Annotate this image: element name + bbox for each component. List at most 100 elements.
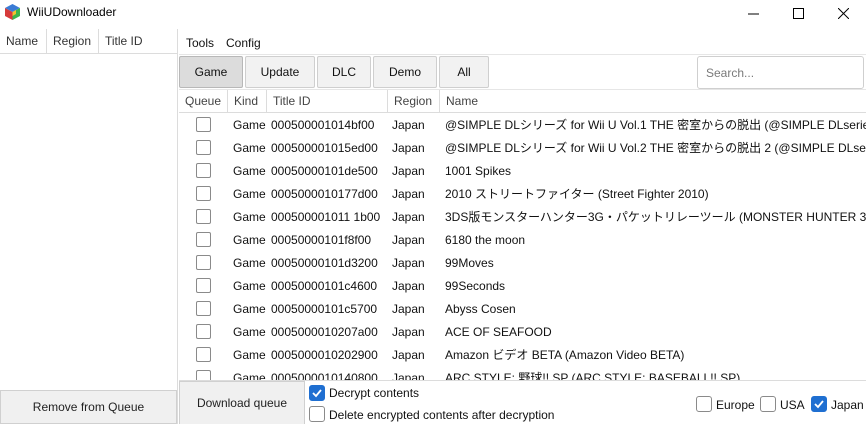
col-queue[interactable]: Queue bbox=[179, 90, 228, 113]
queue-checkbox[interactable] bbox=[196, 140, 211, 155]
name-cell: 99Moves bbox=[445, 256, 494, 270]
close-button[interactable] bbox=[821, 0, 865, 26]
queue-checkbox[interactable] bbox=[196, 255, 211, 270]
region-europe-label: Europe bbox=[716, 398, 755, 412]
kind-cell: Game bbox=[233, 141, 266, 155]
region-japan-checkbox[interactable] bbox=[811, 396, 827, 412]
kind-cell: Game bbox=[233, 233, 266, 247]
tab-game[interactable]: Game bbox=[179, 56, 243, 88]
minimize-icon bbox=[747, 13, 759, 14]
col-kind[interactable]: Kind bbox=[228, 90, 267, 113]
tab-all[interactable]: All bbox=[439, 56, 489, 88]
title-id-cell: 00050000101f8f00 bbox=[271, 233, 372, 247]
table-row[interactable]: Game 000500001011 1b00 Japan 3DS版モンスターハンター3… bbox=[179, 206, 866, 229]
title-id-cell: 0005000010140800 bbox=[271, 371, 378, 380]
menu-bar: Tools Config bbox=[180, 33, 267, 53]
region-europe-checkbox[interactable] bbox=[696, 396, 712, 412]
name-cell: 6180 the moon bbox=[445, 233, 526, 247]
queue-checkbox[interactable] bbox=[196, 324, 211, 339]
toolbar: Game Update DLC Demo All bbox=[179, 54, 866, 89]
queue-checkbox[interactable] bbox=[196, 301, 211, 316]
title-bar: WiiUDownloader bbox=[0, 0, 866, 26]
decrypt-label: Decrypt contents bbox=[329, 386, 420, 400]
tab-demo[interactable]: Demo bbox=[373, 56, 437, 88]
queue-col-name[interactable]: Name bbox=[0, 29, 47, 54]
region-cell: Japan bbox=[392, 141, 425, 155]
name-cell: 2010 ストリートファイター (Street Fighter 2010) bbox=[445, 187, 709, 201]
kind-cell: Game bbox=[233, 210, 266, 224]
name-cell: ACE OF SEAFOOD bbox=[445, 325, 552, 339]
queue-col-region[interactable]: Region bbox=[47, 29, 99, 54]
name-cell: @SIMPLE DLシリーズ for Wii U Vol.2 THE 密室からの… bbox=[445, 141, 866, 155]
title-id-cell: 000500001015ed00 bbox=[271, 141, 378, 155]
tab-update[interactable]: Update bbox=[245, 56, 315, 88]
title-id-cell: 00050000101c4600 bbox=[271, 279, 378, 293]
name-cell: Amazon ビデオ BETA (Amazon Video BETA) bbox=[445, 348, 685, 362]
kind-cell: Game bbox=[233, 118, 266, 132]
region-cell: Japan bbox=[392, 233, 425, 247]
table-row[interactable]: Game 00050000101c5700 Japan Abyss Cosen bbox=[179, 298, 866, 321]
region-cell: Japan bbox=[392, 256, 425, 270]
tab-dlc[interactable]: DLC bbox=[317, 56, 371, 88]
titles-table: Game 000500001014bf00 Japan @SIMPLE DLシリーズ … bbox=[179, 114, 866, 380]
queue-checkbox[interactable] bbox=[196, 370, 211, 380]
region-cell: Japan bbox=[392, 325, 425, 339]
col-region[interactable]: Region bbox=[388, 90, 440, 113]
maximize-button[interactable] bbox=[776, 0, 820, 26]
remove-from-queue-button[interactable]: Remove from Queue bbox=[0, 390, 177, 424]
table-row[interactable]: Game 00050000101c4600 Japan 99Seconds bbox=[179, 275, 866, 298]
minimize-button[interactable] bbox=[731, 0, 775, 26]
table-row[interactable]: Game 000500001015ed00 Japan @SIMPLE DLシリーズ … bbox=[179, 137, 866, 160]
queue-checkbox[interactable] bbox=[196, 186, 211, 201]
app-cube-icon bbox=[5, 4, 20, 20]
col-title-id[interactable]: Title ID bbox=[267, 90, 388, 113]
queue-checkbox[interactable] bbox=[196, 117, 211, 132]
queue-checkbox[interactable] bbox=[196, 347, 211, 362]
checkmark-icon bbox=[312, 389, 322, 398]
queue-table-header: Name Region Title ID bbox=[0, 29, 178, 54]
maximize-icon bbox=[792, 7, 804, 19]
region-cell: Japan bbox=[392, 348, 425, 362]
queue-col-title-id[interactable]: Title ID bbox=[99, 29, 178, 54]
table-row[interactable]: Game 00050000101d3200 Japan 99Moves bbox=[179, 252, 866, 275]
name-cell: 1001 Spikes bbox=[445, 164, 512, 178]
region-usa-checkbox[interactable] bbox=[760, 396, 776, 412]
col-name[interactable]: Name bbox=[440, 90, 866, 113]
title-id-cell: 00050000101de500 bbox=[271, 164, 378, 178]
decrypt-checkbox[interactable] bbox=[309, 385, 325, 401]
region-usa-label: USA bbox=[780, 398, 805, 412]
name-cell: 3DS版モンスターハンター3G・パケットリレーツール (MONSTER HUNT… bbox=[445, 210, 866, 224]
queue-checkbox[interactable] bbox=[196, 232, 211, 247]
kind-cell: Game bbox=[233, 348, 266, 362]
table-row[interactable]: Game 000500001014bf00 Japan @SIMPLE DLシリーズ … bbox=[179, 114, 866, 137]
region-cell: Japan bbox=[392, 210, 425, 224]
region-cell: Japan bbox=[392, 302, 425, 316]
table-row[interactable]: Game 00050000101f8f00 Japan 6180 the moon bbox=[179, 229, 866, 252]
delete-encrypted-checkbox[interactable] bbox=[309, 406, 325, 422]
close-icon bbox=[837, 7, 849, 19]
table-row[interactable]: Game 0005000010177d00 Japan 2010 ストリートファイター… bbox=[179, 183, 866, 206]
titles-table-header: Queue Kind Title ID Region Name bbox=[179, 89, 866, 113]
download-queue-button[interactable]: Download queue bbox=[179, 381, 305, 424]
delete-encrypted-label: Delete encrypted contents after decrypti… bbox=[329, 408, 555, 422]
table-row[interactable]: Game 00050000101de500 Japan 1001 Spikes bbox=[179, 160, 866, 183]
menu-config[interactable]: Config bbox=[220, 33, 267, 53]
search-input[interactable] bbox=[697, 56, 864, 89]
region-cell: Japan bbox=[392, 371, 425, 380]
name-cell: Abyss Cosen bbox=[445, 302, 516, 316]
region-cell: Japan bbox=[392, 118, 425, 132]
kind-cell: Game bbox=[233, 371, 266, 380]
kind-cell: Game bbox=[233, 256, 266, 270]
title-id-cell: 00050000101c5700 bbox=[271, 302, 378, 316]
title-id-cell: 000500001011 1b00 bbox=[271, 210, 381, 224]
queue-checkbox[interactable] bbox=[196, 209, 211, 224]
table-row[interactable]: Game 0005000010207a00 Japan ACE OF SEAFOOD bbox=[179, 321, 866, 344]
title-id-cell: 000500001014bf00 bbox=[271, 118, 375, 132]
name-cell: 99Seconds bbox=[445, 279, 506, 293]
name-cell: @SIMPLE DLシリーズ for Wii U Vol.1 THE 密室からの… bbox=[445, 118, 866, 132]
menu-tools[interactable]: Tools bbox=[180, 33, 220, 53]
queue-checkbox[interactable] bbox=[196, 278, 211, 293]
queue-checkbox[interactable] bbox=[196, 163, 211, 178]
table-row[interactable]: Game 0005000010140800 Japan ARC STYLE: 野球!!… bbox=[179, 367, 866, 380]
table-row[interactable]: Game 0005000010202900 Japan Amazon ビデオ BETA… bbox=[179, 344, 866, 367]
